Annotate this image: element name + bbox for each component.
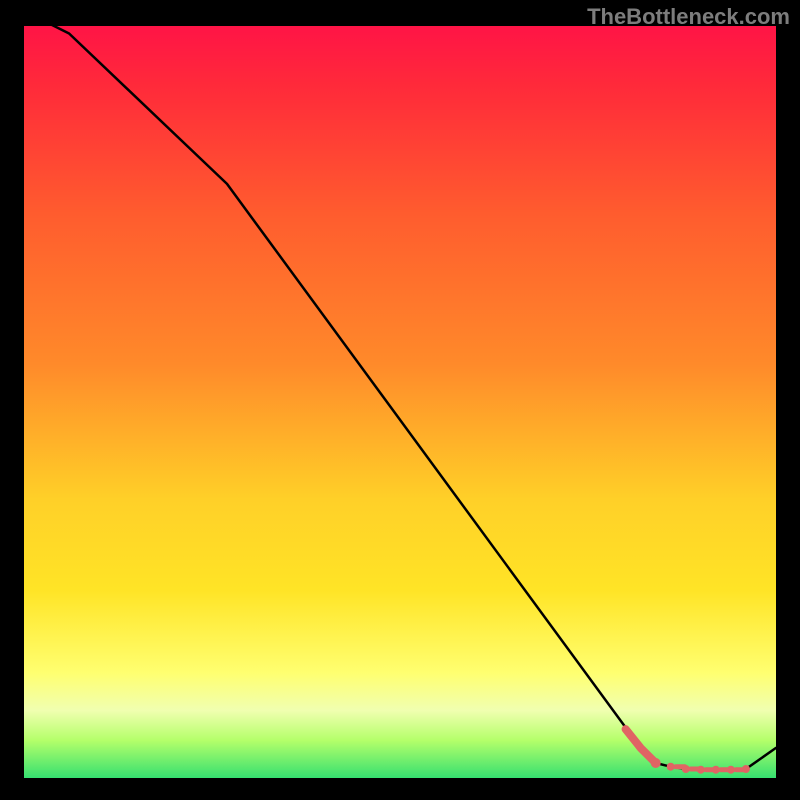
chart-svg xyxy=(0,0,800,800)
figure-root: { "watermark": "TheBottleneck.com", "col… xyxy=(0,0,800,800)
watermark-text: TheBottleneck.com xyxy=(587,4,790,30)
gradient-background xyxy=(24,26,776,778)
